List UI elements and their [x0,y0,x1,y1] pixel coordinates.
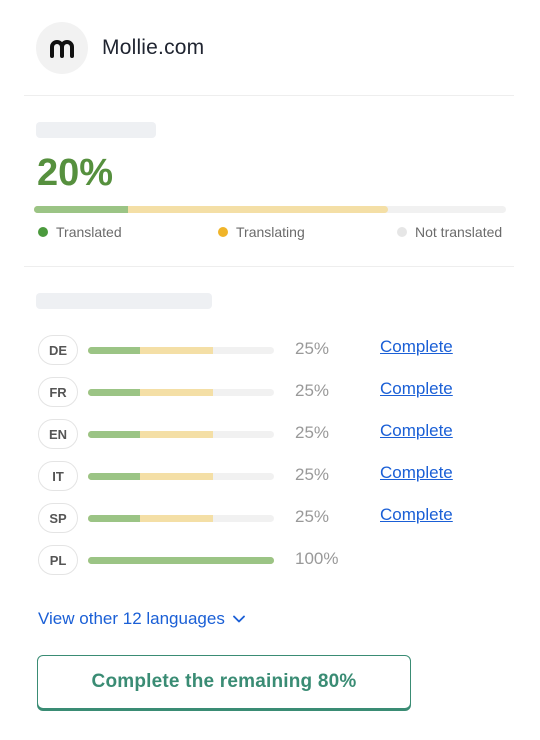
summary-label-placeholder [36,122,156,138]
progress-translated-segment [88,389,141,396]
complete-link[interactable]: Complete [380,421,453,441]
language-percent: 25% [295,507,330,526]
language-progress-bar [88,557,274,564]
language-percent: 25% [295,423,330,442]
not-translated-dot-icon [397,227,407,237]
site-name: Mollie.com [102,36,205,59]
language-code-badge: PL [38,545,78,575]
language-progress-bar [88,473,274,480]
language-percent: 100% [295,549,339,568]
language-row: SP 25% Complete [38,503,498,535]
progress-translated-segment [88,515,141,522]
language-row: EN 25% Complete [38,419,498,451]
view-other-languages-label: View other 12 languages [38,609,225,628]
translated-dot-icon [38,227,48,237]
language-percent: 25% [295,465,330,484]
complete-link[interactable]: Complete [380,463,453,483]
language-row: PL 100% [38,545,498,577]
complete-remaining-button[interactable]: Complete the remaining 80% [37,655,411,709]
language-progress-bar [88,389,274,396]
complete-link[interactable]: Complete [380,379,453,399]
language-percent: 25% [295,381,330,400]
progress-translated-segment [34,206,129,213]
languages-label-placeholder [36,293,212,309]
legend-translated-label: Translated [56,224,122,240]
legend-translated: Translated [38,224,122,240]
language-progress-bar [88,431,274,438]
overall-progress-bar [34,206,506,213]
language-row: IT 25% Complete [38,461,498,493]
progress-translated-segment [88,347,141,354]
language-code-badge: EN [38,419,78,449]
summary-divider [24,266,514,267]
language-row: FR 25% Complete [38,377,498,409]
legend-translating-label: Translating [236,224,305,240]
complete-link[interactable]: Complete [380,337,453,357]
language-code-badge: SP [38,503,78,533]
progress-translated-segment [88,557,274,564]
language-progress-bar [88,347,274,354]
language-percent: 25% [295,339,330,358]
legend-translating: Translating [218,224,305,240]
view-other-languages-link[interactable]: View other 12 languages [38,609,245,629]
header-divider [24,95,514,96]
complete-link[interactable]: Complete [380,505,453,525]
language-code-badge: IT [38,461,78,491]
mollie-logo-icon [50,40,74,58]
language-code-badge: DE [38,335,78,365]
legend-not-translated-label: Not translated [415,224,503,240]
overall-percent: 20% [37,152,114,194]
progress-translated-segment [88,473,141,480]
progress-translated-segment [88,431,141,438]
language-row: DE 25% Complete [38,335,498,367]
mollie-logo [36,22,88,74]
chevron-down-icon [232,615,245,623]
language-progress-bar [88,515,274,522]
legend-not-translated: Not translated [397,224,502,240]
site-header: Mollie.com [36,20,204,76]
language-code-badge: FR [38,377,78,407]
translating-dot-icon [218,227,228,237]
